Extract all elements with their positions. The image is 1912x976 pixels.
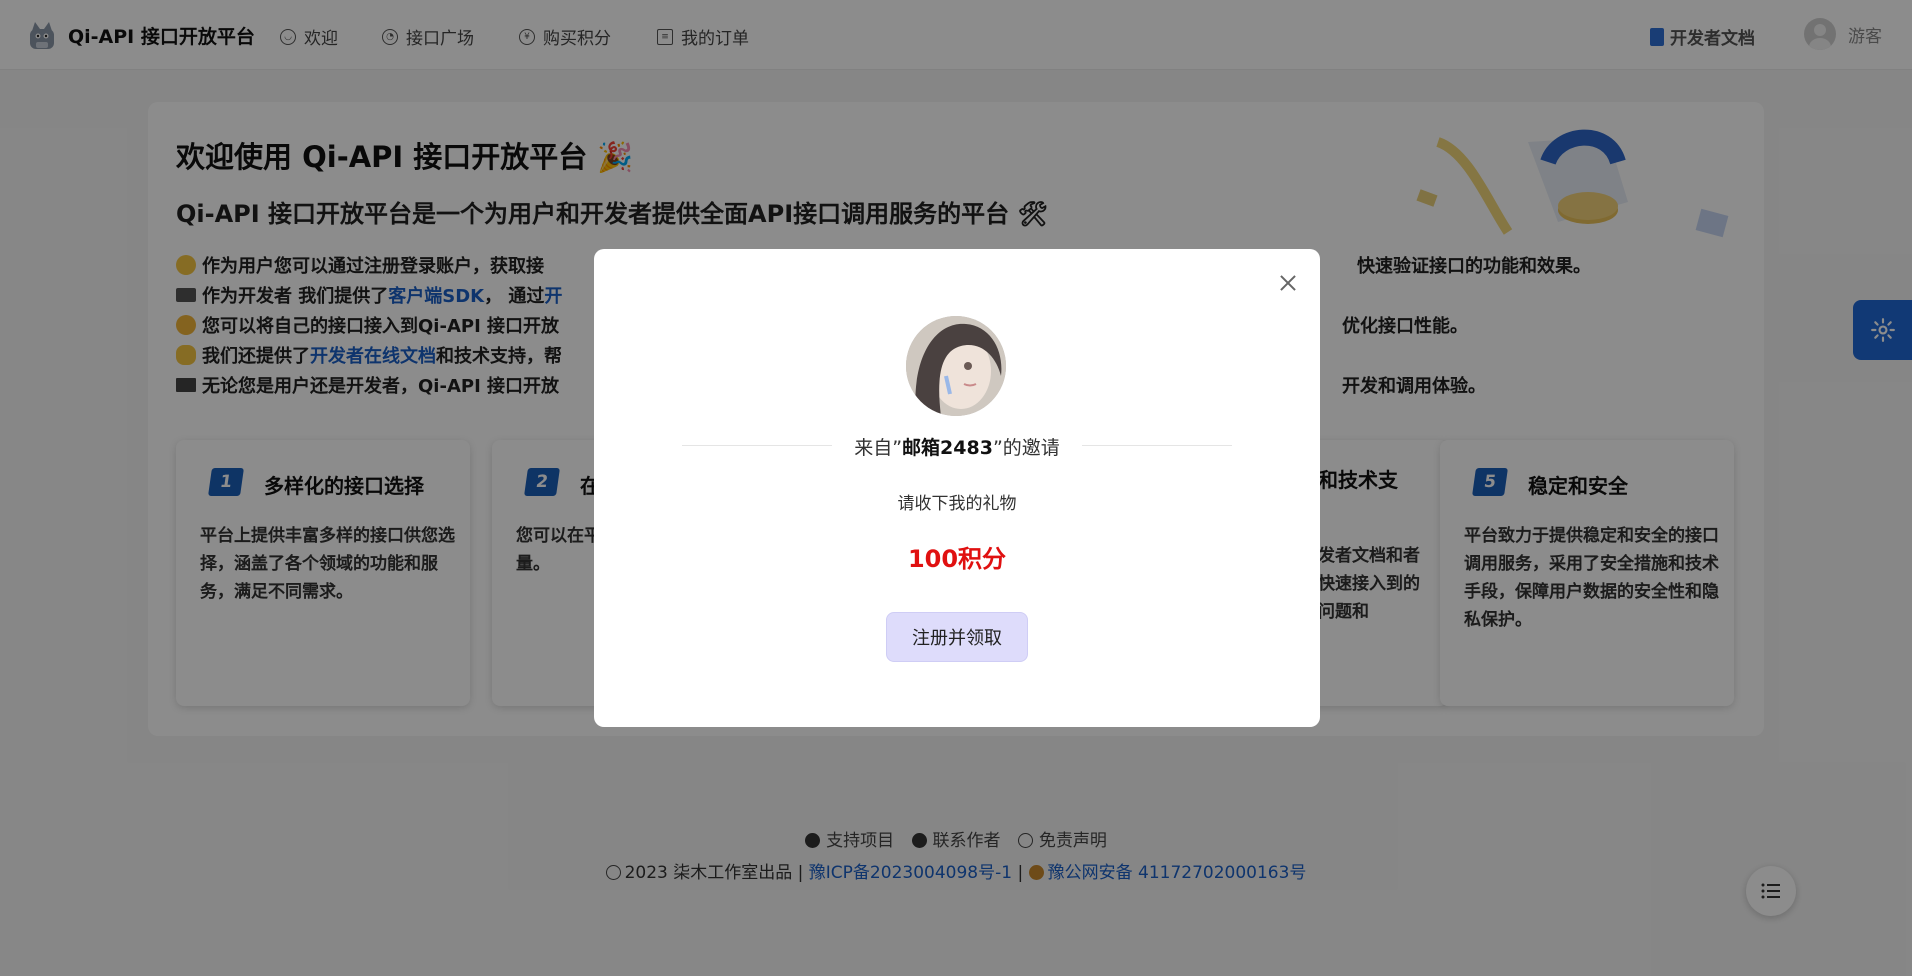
points-reward: 100积分 xyxy=(907,545,1007,573)
invite-text: 来自”邮箱2483”的邀请 xyxy=(854,437,1060,459)
invite-row: 来自”邮箱2483”的邀请 xyxy=(682,431,1232,461)
inviter-name: 邮箱2483 xyxy=(902,437,993,459)
inviter-avatar xyxy=(906,316,1006,416)
invite-modal: 来自”邮箱2483”的邀请 请收下我的礼物 100积分 注册并领取 xyxy=(594,249,1320,727)
close-button[interactable] xyxy=(1276,271,1300,295)
gift-text: 请收下我的礼物 xyxy=(897,494,1017,514)
register-claim-button[interactable]: 注册并领取 xyxy=(886,612,1028,662)
